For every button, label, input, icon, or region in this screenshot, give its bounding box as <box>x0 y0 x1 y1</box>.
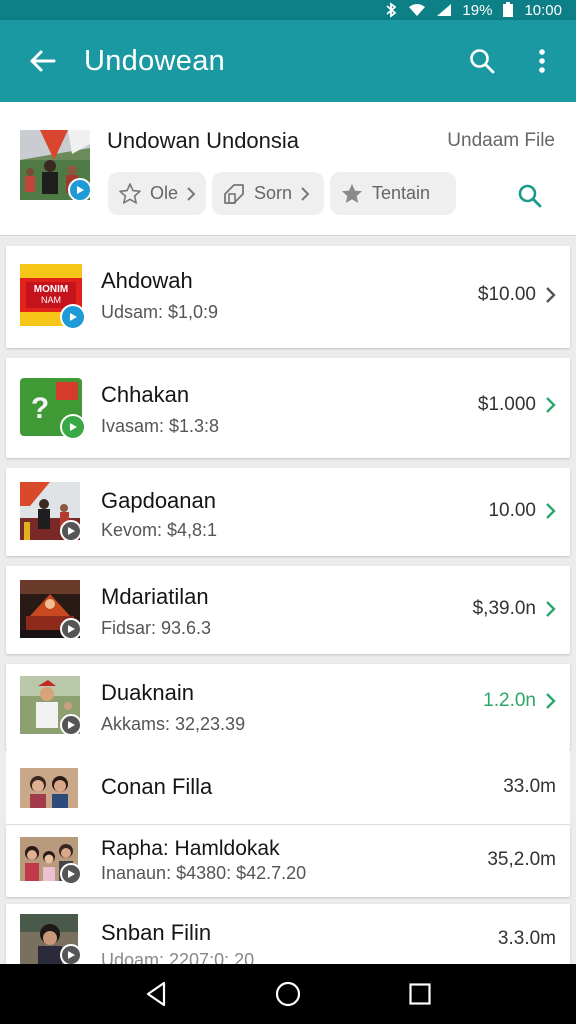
play-badge-icon <box>60 520 82 542</box>
item-price: 33.0m <box>503 776 556 797</box>
header-file-label[interactable]: Undaam File <box>447 130 555 152</box>
item-subtitle: Udsam: $1,0:9 <box>101 302 219 322</box>
list-item[interactable]: MONIM NAM Ahdowah Udsam: $1,0:9 $10.00 <box>6 246 570 348</box>
item-name: Gapdoanan <box>101 488 216 513</box>
item-price: 1.2.0n <box>483 690 536 711</box>
nav-home-icon <box>275 981 301 1007</box>
chip-tentain-label: Tentain <box>372 183 431 203</box>
item-subtitle: Ivasam: $1.3:8 <box>101 416 220 436</box>
nav-recents-button[interactable] <box>390 964 450 1024</box>
item-subtitle: Akkams: 32,23.39 <box>101 714 246 734</box>
battery-icon <box>503 2 514 17</box>
chevron-right-icon <box>187 186 196 201</box>
play-badge-icon <box>68 178 92 202</box>
svg-text:MONIM: MONIM <box>34 284 68 295</box>
search-icon <box>470 49 495 74</box>
list-item[interactable]: Gapdoanan Kevom: $4,8:1 10.00 <box>6 468 570 556</box>
arrow-back-icon <box>30 50 56 72</box>
chevron-right-icon <box>546 693 556 709</box>
back-button[interactable] <box>0 20 84 102</box>
play-badge-icon <box>60 304 86 330</box>
item-name: Chhakan <box>101 382 190 407</box>
item-price: 3.3.0m <box>497 928 556 949</box>
status-bar: 19% 10:00 <box>0 0 576 20</box>
chevron-right-icon <box>546 287 556 303</box>
item-price: $10.00 <box>477 284 536 305</box>
status-time: 10:00 <box>524 1 562 19</box>
list-item[interactable]: ? Chhakan Ivasam: $1.3:8 $1.000 <box>6 358 570 458</box>
play-badge-icon <box>60 414 86 440</box>
search-icon <box>518 184 542 208</box>
header-card: Undowan Undonsia Undaam File Ole Sorn Te… <box>0 102 576 236</box>
item-name: Conan Filla <box>101 774 213 799</box>
item-subtitle: Inanaun: $4380: $42.7.20 <box>101 863 307 883</box>
nav-recents-icon <box>409 983 431 1005</box>
play-badge-icon <box>60 618 82 640</box>
list-item[interactable]: Conan Filla 33.0m <box>6 750 570 824</box>
overflow-menu-button[interactable] <box>512 20 572 102</box>
filter-chips: Ole Sorn Tentain <box>108 172 456 215</box>
item-name: Rapha: Hamldokak <box>101 837 280 860</box>
more-vert-icon <box>539 49 545 73</box>
header-search-button[interactable] <box>512 178 548 214</box>
star-outline-icon <box>119 182 141 204</box>
chip-ole[interactable]: Ole <box>108 172 206 215</box>
item-price: $,39.0n <box>472 598 536 619</box>
bluetooth-icon <box>386 2 397 18</box>
star-icon <box>342 183 362 203</box>
app-bar: Undowean <box>0 20 576 102</box>
chip-sorn[interactable]: Sorn <box>212 172 324 215</box>
header-title: Undowan Undonsia <box>107 128 300 153</box>
signal-icon <box>437 4 452 16</box>
item-subtitle: Fidsar: 93.6.3 <box>101 618 212 638</box>
list-item[interactable]: Duaknain Akkams: 32,23.39 1.2.0n <box>6 664 570 750</box>
item-thumbnail <box>20 768 80 808</box>
svg-text:?: ? <box>31 392 49 425</box>
svg-text:NAM: NAM <box>41 295 61 305</box>
chevron-right-icon <box>546 397 556 413</box>
chip-ole-label: Ole <box>150 183 179 203</box>
nav-back-button[interactable] <box>126 964 186 1024</box>
item-price: 35,2.0m <box>487 849 556 870</box>
item-price: 10.00 <box>488 500 536 521</box>
chevron-right-icon <box>301 186 310 201</box>
list-item[interactable]: Mdariatilan Fidsar: 93.6.3 $,39.0n <box>6 566 570 654</box>
nav-home-button[interactable] <box>258 964 318 1024</box>
item-name: Duaknain <box>101 680 194 705</box>
system-nav-bar <box>0 964 576 1024</box>
battery-percent: 19% <box>462 1 493 19</box>
item-name: Ahdowah <box>101 268 193 293</box>
search-button[interactable] <box>452 20 512 102</box>
header-thumbnail[interactable] <box>20 130 92 202</box>
chip-sorn-label: Sorn <box>254 183 293 203</box>
play-badge-icon <box>60 714 82 736</box>
chip-tentain[interactable]: Tentain <box>330 172 456 215</box>
wifi-icon <box>409 4 426 16</box>
play-badge-icon <box>60 863 82 885</box>
item-name: Snban Filin <box>101 920 212 945</box>
list-item[interactable]: Rapha: Hamldokak Inanaun: $4380: $42.7.2… <box>6 825 570 897</box>
item-name: Mdariatilan <box>101 584 209 609</box>
play-badge-icon <box>60 944 82 966</box>
nav-back-icon <box>146 981 166 1007</box>
chevron-right-icon <box>546 503 556 519</box>
tag-icon <box>224 183 244 204</box>
page-title: Undowean <box>84 44 226 77</box>
item-subtitle: Kevom: $4,8:1 <box>101 520 218 540</box>
item-price: $1.000 <box>477 394 536 415</box>
chevron-right-icon <box>546 601 556 617</box>
